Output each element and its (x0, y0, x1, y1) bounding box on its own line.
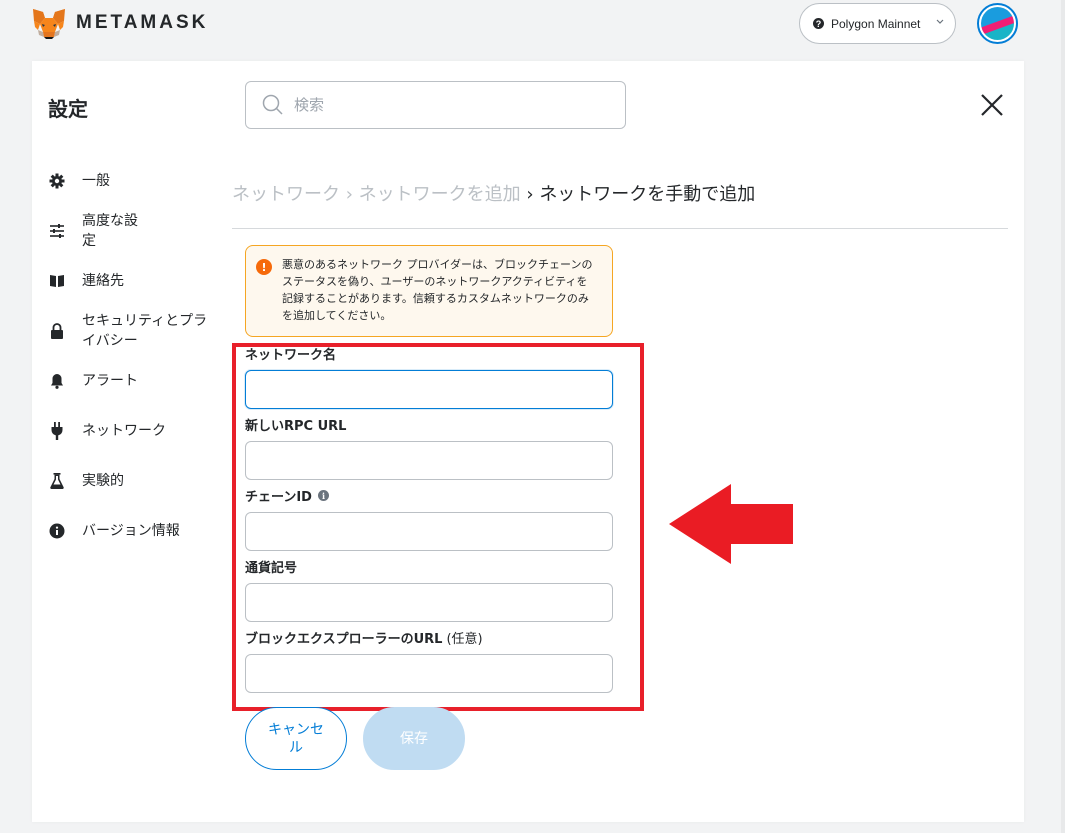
sidebar-item-alerts[interactable]: アラート (48, 371, 212, 391)
warning-icon: ! (256, 259, 272, 275)
sidebar-item-security[interactable]: セキュリティとプライバシー (48, 311, 212, 351)
network-selector[interactable]: ? Polygon Mainnet (799, 3, 956, 44)
cancel-button[interactable]: キャンセル (245, 707, 347, 770)
sidebar-item-label: バージョン情報 (82, 523, 180, 539)
breadcrumb-separator: › (340, 184, 359, 205)
network-name-label: ネットワーク名 (245, 344, 336, 363)
search-icon (262, 94, 283, 115)
header-divider (232, 228, 1008, 229)
sidebar-item-label: セキュリティとプライバシー (82, 313, 208, 349)
sidebar-item-label: 連絡先 (82, 273, 124, 289)
rpc-url-label: 新しいRPC URL (245, 415, 346, 434)
gear-icon (48, 172, 66, 190)
sidebar-item-contacts[interactable]: 連絡先 (48, 271, 212, 291)
explorer-url-label: ブロックエクスプローラーのURL (任意) (245, 628, 483, 647)
sidebar-item-advanced[interactable]: 高度な設定 (48, 211, 144, 251)
label-text: チェーンID (245, 490, 312, 505)
app-header: METAMASK ? Polygon Mainnet (0, 0, 1065, 60)
sidebar-item-general[interactable]: 一般 (48, 171, 212, 191)
account-avatar[interactable] (977, 3, 1018, 44)
label-text: 通貨記号 (245, 561, 298, 576)
breadcrumb: ネットワーク › ネットワークを追加 › ネットワークを手動で追加 (232, 180, 755, 206)
scrollbar[interactable] (1061, 0, 1065, 833)
flask-icon (48, 472, 66, 490)
sidebar-item-label: 実験的 (82, 473, 124, 489)
sliders-icon (48, 222, 66, 240)
currency-symbol-input[interactable] (245, 583, 613, 622)
plug-icon (48, 422, 66, 440)
bell-icon (48, 372, 66, 390)
breadcrumb-add-network[interactable]: ネットワークを追加 (359, 184, 521, 205)
page-title: 設定 (48, 97, 88, 121)
sidebar-item-label: ネットワーク (82, 423, 166, 439)
breadcrumb-current: ネットワークを手動で追加 (539, 184, 756, 205)
sidebar-item-label: アラート (82, 373, 138, 389)
sidebar-item-label: 一般 (82, 173, 110, 189)
info-tooltip-icon[interactable]: i (317, 490, 329, 501)
label-text: 新しいRPC URL (245, 419, 347, 434)
close-icon[interactable] (978, 91, 1006, 119)
search-input[interactable] (294, 96, 594, 114)
chain-id-input[interactable] (245, 512, 613, 551)
red-arrow-annotation (669, 484, 793, 564)
label-text: ネットワーク名 (245, 348, 337, 363)
lock-icon (48, 322, 66, 340)
network-name-input[interactable] (245, 370, 613, 409)
book-icon (48, 272, 66, 290)
search-box[interactable] (245, 81, 626, 129)
label-text: ブロックエクスプローラーのURL (245, 632, 443, 647)
chevron-down-icon (936, 19, 944, 24)
save-button[interactable]: 保存 (363, 707, 465, 770)
sidebar-item-label: 高度な設定 (82, 213, 138, 249)
sidebar-item-experimental[interactable]: 実験的 (48, 471, 212, 491)
warning-text: 悪意のあるネットワーク プロバイダーは、ブロックチェーンのステータスを偽り、ユー… (282, 258, 593, 322)
settings-card: 設定 一般 (32, 61, 1024, 822)
brand-wordmark: METAMASK (76, 12, 209, 33)
breadcrumb-networks[interactable]: ネットワーク (232, 184, 340, 205)
rpc-url-input[interactable] (245, 441, 613, 480)
metamask-fox-icon[interactable] (32, 8, 66, 40)
explorer-url-input[interactable] (245, 654, 613, 693)
info-icon (48, 522, 66, 540)
currency-symbol-label: 通貨記号 (245, 557, 297, 576)
sidebar-item-networks[interactable]: ネットワーク (48, 421, 212, 441)
optional-tag: (任意) (446, 632, 483, 647)
sidebar-item-about[interactable]: バージョン情報 (48, 521, 212, 541)
warning-banner: ! 悪意のあるネットワーク プロバイダーは、ブロックチェーンのステータスを偽り、… (245, 245, 613, 337)
question-icon: ? (813, 18, 824, 29)
avatar-identicon (981, 7, 1014, 40)
breadcrumb-separator: › (520, 184, 540, 205)
chain-id-label: チェーンID i (245, 486, 329, 505)
network-name: Polygon Mainnet (831, 16, 921, 31)
